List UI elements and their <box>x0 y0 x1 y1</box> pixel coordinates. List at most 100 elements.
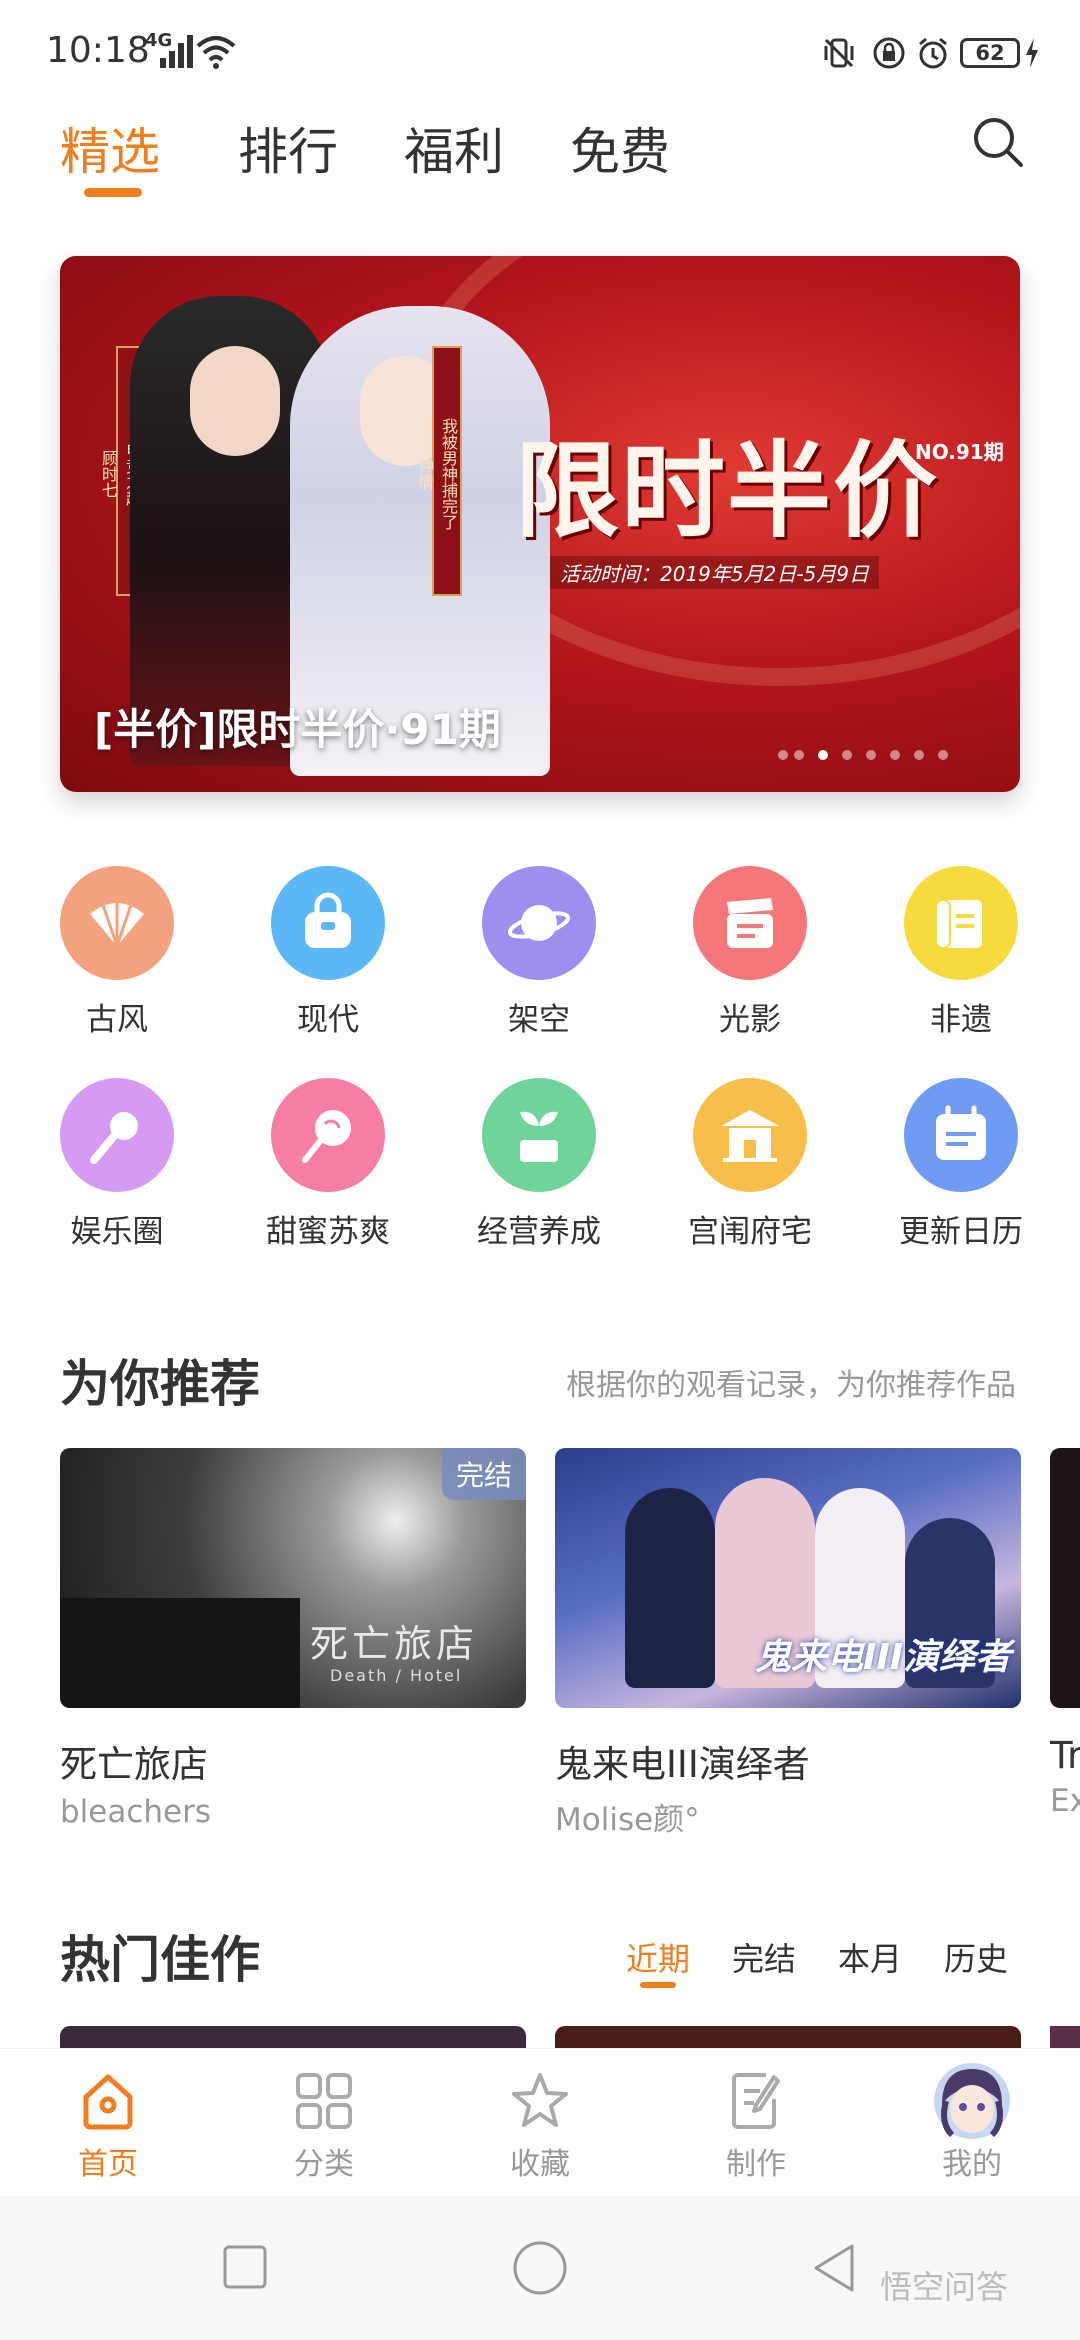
nav-label: 制作 <box>726 2147 786 2182</box>
hot-tab-month[interactable]: 本月 <box>838 1934 902 1980</box>
nav-create[interactable]: 制作 <box>648 2049 864 2183</box>
carousel-dot-active[interactable] <box>818 750 828 760</box>
card-author: Molise颜° <box>555 1802 700 1838</box>
carousel-dot[interactable] <box>890 750 900 760</box>
palace-icon <box>721 1110 779 1162</box>
category-icon-bg <box>482 1078 596 1192</box>
carousel-dot[interactable] <box>914 750 924 760</box>
category-gufeng[interactable]: 古风 <box>17 866 217 1039</box>
category-jiakong[interactable]: 架空 <box>439 866 639 1039</box>
nav-label: 收藏 <box>510 2147 570 2182</box>
bottom-nav: 首页 分类 收藏 制作 我的 <box>0 2048 1080 2196</box>
sprout-icon <box>520 1111 558 1162</box>
watermark: 悟空问答 <box>880 2268 1009 2306</box>
search-icon[interactable] <box>972 116 1024 168</box>
cover-house <box>60 1598 300 1708</box>
lollipop-icon <box>302 1110 351 1163</box>
cover-title: 鬼来电III演绎者 <box>755 1637 1012 1678</box>
hot-card-cover-peek[interactable] <box>60 2026 526 2050</box>
category-label: 宫闱府宅 <box>688 1214 812 1250</box>
hot-tab-history[interactable]: 历史 <box>944 1934 1008 1980</box>
tab-ranking[interactable]: 排行 <box>238 112 338 184</box>
category-jingying[interactable]: 经营养成 <box>439 1078 639 1251</box>
category-icon-bg <box>904 1078 1018 1192</box>
planet-icon <box>507 905 571 941</box>
cover-title: 死亡旅店 <box>310 1622 479 1666</box>
banner-subtitle: 活动时间：2019年5月2日-5月9日 <box>550 556 880 589</box>
star-icon <box>512 2073 568 2127</box>
tab-featured[interactable]: 精选 <box>60 112 160 184</box>
recommend-card[interactable]: 鬼来电III演绎者 鬼来电III演绎者 Molise颜° <box>555 1448 1021 1839</box>
signal-icon <box>160 35 193 68</box>
category-calendar[interactable]: 更新日历 <box>861 1078 1061 1251</box>
charging-icon <box>1026 38 1038 68</box>
carousel-dot[interactable] <box>866 750 876 760</box>
home-icon <box>83 2074 133 2130</box>
promo-banner[interactable]: 电竞之超顾时七 我被男神捕完了钟情 限时半价 NO.91期 活动时间：2019年… <box>60 256 1020 792</box>
category-label: 甜蜜苏爽 <box>266 1214 390 1250</box>
carousel-dot[interactable] <box>842 750 852 760</box>
card-author: bleachers <box>60 1794 212 1830</box>
banner-issue: NO.91期 <box>915 440 1004 464</box>
carousel-dot[interactable] <box>938 750 948 760</box>
category-icon-bg <box>693 1078 807 1192</box>
nav-category[interactable]: 分类 <box>216 2049 432 2183</box>
hot-tab-finished[interactable]: 完结 <box>732 1934 796 1980</box>
status-badge: 完结 <box>441 1448 526 1500</box>
card-cover: 鬼来电III演绎者 <box>555 1448 1021 1708</box>
microphone-icon <box>90 1112 138 1164</box>
category-label: 架空 <box>508 1002 570 1038</box>
card-title: 鬼来电III演绎者 <box>555 1743 810 1786</box>
carousel-dot[interactable] <box>794 750 804 760</box>
hot-tab-recent[interactable]: 近期 <box>626 1934 690 1980</box>
category-icon-bg <box>482 866 596 980</box>
wifi-icon <box>196 36 236 69</box>
clapperboard-icon <box>727 898 773 948</box>
handbag-icon <box>305 892 351 948</box>
nav-label: 我的 <box>942 2147 1002 2182</box>
recommend-title: 为你推荐 <box>60 1355 260 1413</box>
nav-label: 首页 <box>78 2147 138 2182</box>
banner-headline: 限时半价 <box>515 429 940 552</box>
banner-character-dark-face <box>190 346 280 456</box>
status-bar: 10:18 4G 62 <box>0 0 1080 100</box>
nav-home[interactable]: 首页 <box>0 2049 216 2183</box>
category-guangying[interactable]: 光影 <box>650 866 850 1039</box>
alarm-icon <box>919 37 947 69</box>
nav-label: 分类 <box>294 2147 354 2182</box>
hot-card-cover-peek[interactable] <box>1050 2026 1080 2050</box>
vibrate-mute-icon <box>824 38 854 68</box>
card-cover <box>1050 1448 1080 1708</box>
card-cover: 死亡旅店 Death / Hotel 完结 <box>60 1448 526 1708</box>
active-tab-indicator <box>84 188 142 197</box>
calendar-icon <box>936 1105 986 1160</box>
category-tianmi[interactable]: 甜蜜苏爽 <box>228 1078 428 1251</box>
category-xiandai[interactable]: 现代 <box>228 866 428 1039</box>
home-button-icon[interactable] <box>512 2240 568 2296</box>
scroll-icon <box>935 899 982 949</box>
category-label: 光影 <box>719 1002 781 1038</box>
card-title: Tr <box>1050 1734 1080 1777</box>
hot-card-cover-peek[interactable] <box>555 2026 1021 2050</box>
recommend-card-partial[interactable]: Tr Ex <box>1050 1448 1080 1819</box>
category-icon-bg <box>60 866 174 980</box>
category-label: 非遗 <box>930 1002 992 1038</box>
nav-profile[interactable]: 我的 <box>864 2049 1080 2183</box>
recommend-card[interactable]: 死亡旅店 Death / Hotel 完结 死亡旅店 bleachers <box>60 1448 526 1830</box>
nav-favorites[interactable]: 收藏 <box>432 2049 648 2183</box>
category-gongwei[interactable]: 宫闱府宅 <box>650 1078 850 1251</box>
tab-free[interactable]: 免费 <box>570 112 670 184</box>
recent-apps-icon[interactable] <box>222 2244 268 2290</box>
category-icon-bg <box>693 866 807 980</box>
tab-welfare[interactable]: 福利 <box>404 112 504 184</box>
avatar-icon <box>934 2063 1010 2139</box>
category-icon-bg <box>60 1078 174 1192</box>
recommend-hint: 根据你的观看记录，为你推荐作品 <box>566 1368 1016 1403</box>
cover-character <box>625 1488 715 1688</box>
category-yulequan[interactable]: 娱乐圈 <box>17 1078 217 1251</box>
back-icon[interactable] <box>810 2242 858 2294</box>
lock-rotation-icon <box>873 37 905 69</box>
category-feiyi[interactable]: 非遗 <box>861 866 1061 1039</box>
card-title: 死亡旅店 <box>60 1743 208 1786</box>
carousel-dot[interactable] <box>778 750 788 760</box>
